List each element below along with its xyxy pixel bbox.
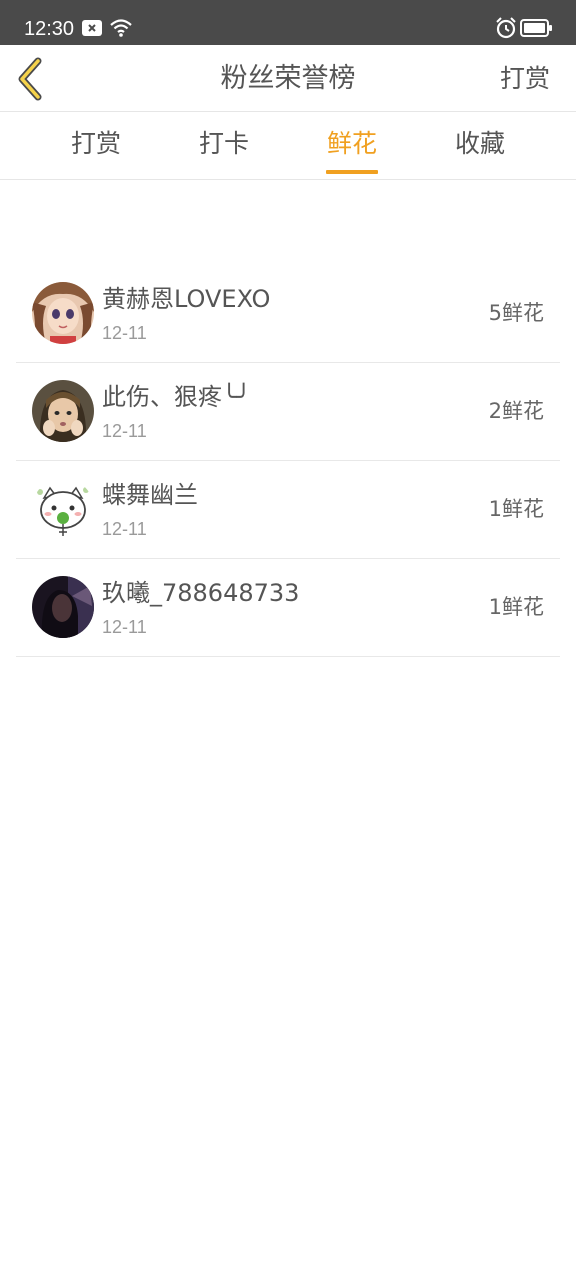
tab-reward[interactable]: 打赏 bbox=[56, 127, 136, 161]
nav-bar: 粉丝荣誉榜 打赏 bbox=[0, 45, 576, 112]
alarm-icon bbox=[495, 17, 517, 43]
fan-date: 12-11 bbox=[102, 617, 147, 637]
flower-count: 5鲜花 bbox=[488, 301, 544, 325]
flower-count: 1鲜花 bbox=[488, 497, 544, 521]
page-title: 粉丝荣誉榜 bbox=[220, 63, 356, 94]
avatar bbox=[32, 282, 94, 344]
fan-date: 12-11 bbox=[102, 519, 147, 539]
fan-name: 黄赫恩LOVEXO bbox=[102, 285, 271, 313]
reward-button[interactable]: 打赏 bbox=[500, 61, 550, 97]
wifi-icon bbox=[110, 18, 132, 42]
fan-name: 蝶舞幽兰 bbox=[102, 481, 198, 509]
avatar bbox=[32, 576, 94, 638]
list-item[interactable]: 此伤、狠疼╰╯ 12-11 2鲜花 bbox=[16, 363, 560, 461]
fan-list: 黄赫恩LOVEXO 12-11 5鲜花 此伤、狠疼╰╯ 12-11 2鲜花 蝶舞… bbox=[16, 265, 560, 657]
tab-favorites[interactable]: 收藏 bbox=[440, 127, 520, 161]
fan-date: 12-11 bbox=[102, 323, 147, 343]
flower-count: 2鲜花 bbox=[488, 399, 544, 423]
list-item[interactable]: 黄赫恩LOVEXO 12-11 5鲜花 bbox=[16, 265, 560, 363]
active-tab-indicator bbox=[326, 170, 378, 174]
fan-name: 玖曦_788648733 bbox=[102, 579, 300, 607]
status-time: 12:30 bbox=[24, 18, 75, 40]
avatar bbox=[32, 478, 94, 540]
tab-bar: 打赏 打卡 鲜花 收藏 bbox=[0, 112, 576, 180]
list-item[interactable]: 蝶舞幽兰 12-11 1鲜花 bbox=[16, 461, 560, 559]
status-bar: 12:30 bbox=[0, 0, 576, 45]
tab-flowers[interactable]: 鲜花 bbox=[312, 127, 392, 161]
battery-icon bbox=[520, 19, 552, 41]
fan-date: 12-11 bbox=[102, 421, 147, 441]
notification-x-icon bbox=[82, 20, 102, 40]
list-item[interactable]: 玖曦_788648733 12-11 1鲜花 bbox=[16, 559, 560, 657]
fan-name: 此伤、狠疼╰╯ bbox=[102, 383, 251, 411]
flower-count: 1鲜花 bbox=[488, 595, 544, 619]
tab-checkin[interactable]: 打卡 bbox=[184, 127, 264, 161]
avatar bbox=[32, 380, 94, 442]
